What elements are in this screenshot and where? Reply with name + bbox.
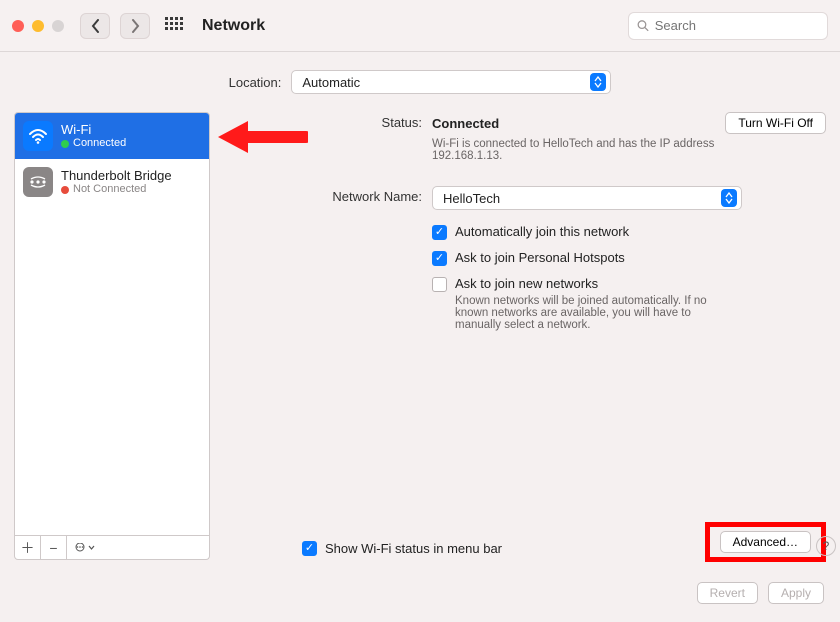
network-name-value: HelloTech (443, 191, 500, 206)
sidebar-item-thunderbolt-bridge[interactable]: Thunderbolt Bridge Not Connected (15, 159, 209, 205)
apply-button[interactable]: Apply (768, 582, 824, 604)
advanced-button[interactable]: Advanced… (720, 531, 811, 553)
all-prefs-button[interactable] (160, 13, 188, 39)
location-value: Automatic (302, 75, 360, 90)
interface-actions-button[interactable] (67, 536, 209, 559)
annotation-arrow-icon (218, 117, 308, 160)
search-icon (637, 19, 649, 32)
interfaces-list: Wi-Fi Connected Thunderbolt Bridge Not C… (14, 112, 210, 536)
search-input[interactable] (655, 18, 819, 33)
sidebar-footer: ＋ − (14, 536, 210, 560)
detail-pane: Status: Connected Turn Wi-Fi Off Wi-Fi i… (222, 112, 826, 560)
interface-status: Not Connected (73, 183, 146, 196)
show-menubar-label: Show Wi-Fi status in menu bar (325, 541, 502, 556)
interface-status: Connected (73, 137, 126, 150)
status-label: Status: (302, 112, 422, 130)
ask-hotspots-checkbox[interactable] (432, 251, 447, 266)
chevron-left-icon (91, 19, 100, 33)
status-dot-icon (61, 186, 69, 194)
interface-name: Wi-Fi (61, 122, 126, 138)
status-dot-icon (61, 140, 69, 148)
network-name-label: Network Name: (302, 186, 422, 204)
close-window-button[interactable] (12, 20, 24, 32)
location-label: Location: (229, 75, 282, 90)
status-value: Connected (432, 116, 499, 131)
search-field-wrap[interactable] (628, 12, 828, 40)
network-name-select[interactable]: HelloTech (432, 186, 742, 210)
page-title: Network (202, 17, 265, 35)
location-select[interactable]: Automatic (291, 70, 611, 94)
revert-button[interactable]: Revert (697, 582, 758, 604)
window-controls (12, 20, 64, 32)
annotation-highlight-box: Advanced… (705, 522, 826, 562)
chevron-down-icon (88, 545, 95, 550)
ellipsis-icon (73, 543, 87, 553)
footer-actions: Revert Apply (0, 574, 840, 604)
interface-name: Thunderbolt Bridge (61, 168, 172, 184)
back-button[interactable] (80, 13, 110, 39)
ask-new-networks-checkbox[interactable] (432, 277, 447, 292)
help-button[interactable]: ? (816, 536, 836, 556)
turn-wifi-off-button[interactable]: Turn Wi-Fi Off (725, 112, 826, 134)
chevron-right-icon (131, 19, 140, 33)
show-menubar-checkbox[interactable] (302, 541, 317, 556)
location-row: Location: Automatic (0, 52, 840, 104)
auto-join-checkbox[interactable] (432, 225, 447, 240)
sidebar-item-wifi[interactable]: Wi-Fi Connected (15, 113, 209, 159)
auto-join-label: Automatically join this network (455, 224, 629, 239)
add-interface-button[interactable]: ＋ (15, 536, 41, 559)
updown-icon (590, 73, 606, 91)
updown-icon (721, 189, 737, 207)
zoom-window-button[interactable] (52, 20, 64, 32)
forward-button[interactable] (120, 13, 150, 39)
ask-new-networks-label: Ask to join new networks (455, 276, 598, 291)
wifi-icon (23, 121, 53, 151)
grid-icon (165, 17, 183, 35)
thunderbolt-icon (23, 167, 53, 197)
ask-new-networks-description: Known networks will be joined automatica… (432, 295, 732, 331)
status-description: Wi-Fi is connected to HelloTech and has … (432, 138, 772, 162)
minimize-window-button[interactable] (32, 20, 44, 32)
ask-hotspots-label: Ask to join Personal Hotspots (455, 250, 625, 265)
remove-interface-button[interactable]: − (41, 536, 67, 559)
titlebar: Network (0, 0, 840, 52)
